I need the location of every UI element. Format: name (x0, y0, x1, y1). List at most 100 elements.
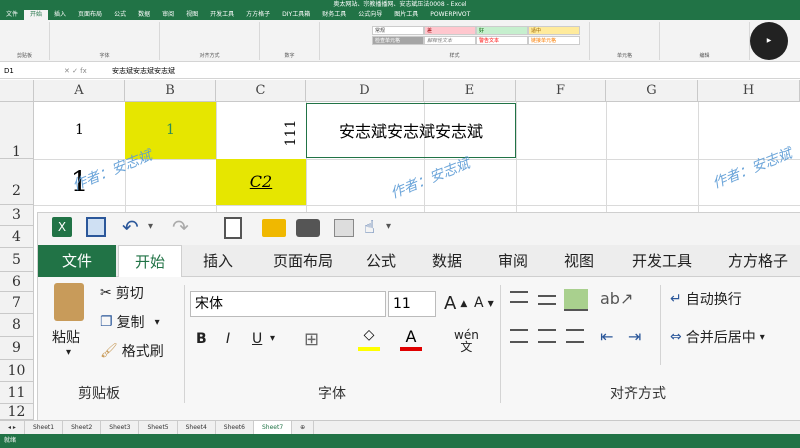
undo-icon[interactable]: ↶ (122, 215, 139, 239)
tab-5[interactable]: 数据 (132, 10, 156, 20)
col-F[interactable]: F (516, 80, 606, 102)
sheet-tab[interactable]: Sheet1 (25, 421, 64, 434)
camera-icon[interactable] (296, 219, 320, 237)
paste-icon[interactable] (54, 283, 84, 321)
tab-12[interactable]: 公式向导 (352, 10, 388, 20)
tab-11[interactable]: 财务工具 (316, 10, 352, 20)
customize-qat-icon[interactable]: ▾ (386, 221, 391, 232)
insert-table-icon[interactable] (334, 219, 354, 237)
redo-icon[interactable]: ↷ (172, 215, 189, 239)
tab-2[interactable]: 插入 (48, 10, 72, 20)
tab-1[interactable]: 开始 (24, 10, 49, 20)
cell-A1[interactable]: 1 (34, 102, 125, 159)
row-4[interactable]: 4 (0, 226, 34, 248)
font-color-icon[interactable]: A (400, 327, 422, 351)
col-H[interactable]: H (698, 80, 800, 102)
sheet-tab[interactable]: Sheet5 (139, 421, 178, 434)
align-left-icon[interactable] (510, 329, 528, 343)
tab-data[interactable]: 数据 (420, 245, 474, 277)
tab-14[interactable]: POWERPIVOT (424, 10, 476, 20)
italic-button[interactable]: I (226, 331, 230, 347)
align-bottom-icon[interactable] (564, 289, 588, 311)
row-9[interactable]: 9 (0, 337, 34, 360)
name-box[interactable]: D1 (4, 63, 54, 79)
align-middle-icon[interactable] (538, 295, 556, 305)
align-right-icon[interactable] (566, 329, 584, 343)
format-painter-button[interactable]: 🖌 格式刷 (100, 341, 164, 361)
tab-file[interactable]: 文件 (38, 245, 116, 277)
paste-button[interactable]: 粘贴 (52, 327, 80, 347)
fill-color-icon[interactable]: ◇ (358, 327, 380, 351)
col-A[interactable]: A (34, 80, 125, 102)
col-D[interactable]: D (306, 80, 424, 102)
tab-9[interactable]: 方方格子 (240, 10, 276, 20)
tab-review[interactable]: 审阅 (486, 245, 540, 277)
style-explain[interactable]: 解释性文本 (424, 36, 476, 45)
merge-center-button[interactable]: ⇔ 合并后居中 ▾ (670, 327, 765, 347)
sheet-tab[interactable]: Sheet2 (63, 421, 102, 434)
tab-8[interactable]: 开发工具 (204, 10, 240, 20)
tab-home[interactable]: 开始 (118, 245, 182, 278)
sheet-tab[interactable]: Sheet4 (178, 421, 216, 434)
style-bad[interactable]: 差 (424, 26, 476, 35)
select-all[interactable] (0, 80, 34, 102)
tab-10[interactable]: DIY工具箱 (276, 10, 316, 20)
grow-font-icon[interactable]: A ▲ (444, 293, 467, 314)
row-8[interactable]: 8 (0, 314, 34, 337)
style-link[interactable]: 链接单元格 (528, 36, 580, 45)
copy-button[interactable]: ❐ 复制 ▾ (100, 312, 160, 332)
row-12[interactable]: 12 (0, 404, 34, 420)
row-5[interactable]: 5 (0, 248, 34, 272)
style-warn[interactable]: 警告文本 (476, 36, 528, 45)
tab-7[interactable]: 视图 (180, 10, 204, 20)
tab-developer[interactable]: 开发工具 (624, 245, 700, 277)
cell-C1[interactable]: 111 (276, 118, 306, 148)
tab-view[interactable]: 视图 (552, 245, 606, 277)
row-6[interactable]: 6 (0, 272, 34, 292)
save-icon[interactable] (86, 217, 106, 237)
tab-page-layout[interactable]: 页面布局 (258, 245, 348, 277)
bold-button[interactable]: B (196, 331, 207, 347)
orientation-icon[interactable]: ab↗ (600, 289, 633, 308)
style-neutral[interactable]: 适中 (528, 26, 580, 35)
tab-formulas[interactable]: 公式 (356, 245, 406, 277)
sheet-nav-icon[interactable]: ◂ ▸ (0, 421, 25, 434)
style-normal[interactable]: 常规 (372, 26, 424, 35)
tab-0[interactable]: 文件 (0, 10, 24, 20)
print-preview-icon[interactable] (224, 217, 242, 239)
tab-4[interactable]: 公式 (108, 10, 132, 20)
col-E[interactable]: E (424, 80, 516, 102)
tab-fangfang[interactable]: 方方格子 (718, 245, 798, 277)
undo-dropdown-icon[interactable]: ▾ (148, 221, 153, 232)
row-2[interactable]: 2 (0, 159, 34, 205)
style-check[interactable]: 检查单元格 (372, 36, 424, 45)
sheet-tab[interactable]: Sheet7 (253, 421, 293, 434)
phonetic-guide-icon[interactable]: wén 文 (454, 329, 479, 353)
font-name-select[interactable]: 宋体 (190, 291, 386, 317)
align-center-icon[interactable] (538, 329, 556, 343)
tab-13[interactable]: 图片工具 (388, 10, 424, 20)
decrease-indent-icon[interactable]: ⇤ (600, 327, 613, 346)
row-3[interactable]: 3 (0, 205, 34, 226)
style-good[interactable]: 好 (476, 26, 528, 35)
increase-indent-icon[interactable]: ⇥ (628, 327, 641, 346)
add-sheet-icon[interactable]: ⊕ (292, 421, 315, 434)
wrap-text-button[interactable]: ↵ 自动换行 (670, 289, 742, 309)
open-folder-icon[interactable] (262, 219, 286, 237)
cell-C2[interactable]: C2 (216, 159, 306, 205)
sheet-tab[interactable]: Sheet6 (216, 421, 254, 434)
touch-mode-icon[interactable]: ☝ (364, 217, 375, 238)
tab-insert[interactable]: 插入 (188, 245, 248, 277)
align-top-icon[interactable] (510, 291, 528, 303)
paste-dropdown-icon[interactable]: ▾ (66, 347, 71, 358)
shrink-font-icon[interactable]: A ▼ (474, 295, 494, 311)
borders-icon[interactable]: ⊞ (304, 329, 319, 350)
formula-input[interactable]: 安志斌安志斌安志斌 (112, 63, 175, 79)
col-G[interactable]: G (606, 80, 698, 102)
underline-button[interactable]: U (252, 331, 262, 347)
col-B[interactable]: B (125, 80, 216, 102)
font-size-select[interactable]: 11 (388, 291, 436, 317)
row-11[interactable]: 11 (0, 382, 34, 404)
underline-dropdown-icon[interactable]: ▾ (270, 333, 275, 344)
row-1[interactable]: 1 (0, 102, 34, 160)
